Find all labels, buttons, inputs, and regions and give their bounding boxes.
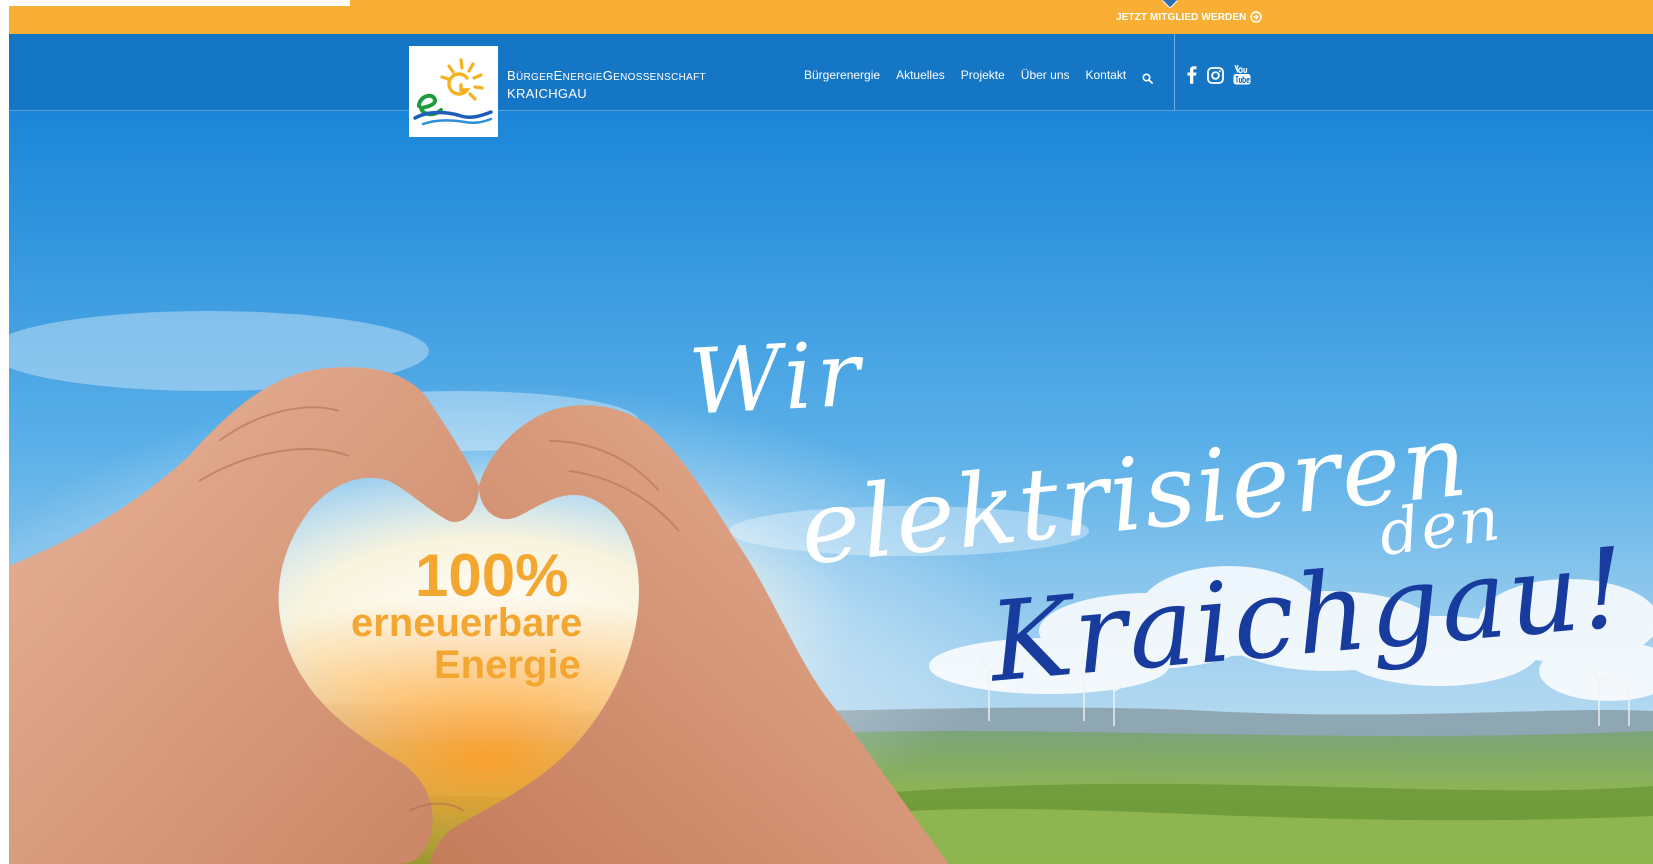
arrow-circle-right-icon: [1250, 11, 1263, 23]
nav-item-ueber-uns[interactable]: Über uns: [1021, 68, 1070, 82]
youtube-icon[interactable]: [1233, 64, 1251, 85]
become-member-link[interactable]: JETZT MITGLIED WERDEN: [1116, 11, 1263, 23]
hero-script-wir: Wir: [686, 321, 867, 436]
brand-part: G: [602, 68, 614, 83]
brand-part: B: [507, 68, 516, 83]
nav-item-kontakt[interactable]: Kontakt: [1086, 68, 1127, 82]
instagram-icon[interactable]: [1207, 66, 1224, 84]
brand-line1: BÜRGERENERGIEGENOSSENSCHAFT: [507, 68, 706, 86]
brand-part: ÜRGER: [515, 72, 554, 83]
become-member-label: JETZT MITGLIED WERDEN: [1116, 11, 1247, 23]
page-left-edge: [0, 0, 9, 864]
nav-item-aktuelles[interactable]: Aktuelles: [896, 68, 945, 82]
hero-badge-erneuerbare: erneuerbare: [351, 601, 583, 645]
social-links: [1186, 64, 1251, 85]
brand-line2: KRAICHGAU: [507, 86, 587, 101]
page: JETZT MITGLIED WERDEN BÜRGERENERGIEGENOS…: [0, 0, 1653, 864]
top-bar-edge: [0, 0, 350, 6]
brand-part: ENOSSENSCHAFT: [613, 72, 706, 83]
hero-badge-energie: Energie: [434, 643, 581, 687]
facebook-icon[interactable]: [1186, 66, 1198, 84]
brand-part: NERGIE: [562, 72, 603, 83]
site-logo[interactable]: [409, 46, 498, 137]
hero-badge-percent: 100%: [415, 542, 569, 609]
brand-part: E: [553, 68, 563, 83]
header-divider: [1174, 34, 1175, 110]
main-nav: Bürgerenergie Aktuelles Projekte Über un…: [804, 68, 1154, 84]
hero-banner: Wir elektrisieren den Kraichgau! 100% er…: [9, 111, 1653, 864]
nav-item-buergerenergie[interactable]: Bürgerenergie: [804, 68, 880, 82]
brand-name[interactable]: BÜRGERENERGIEGENOSSENSCHAFT KRAICHGAU: [507, 68, 706, 102]
nav-item-projekte[interactable]: Projekte: [961, 68, 1005, 82]
dropdown-marker-icon: [1162, 0, 1178, 8]
sun-logo-icon: [413, 58, 493, 126]
search-icon[interactable]: [1142, 71, 1154, 84]
top-bar: JETZT MITGLIED WERDEN: [0, 0, 1653, 34]
